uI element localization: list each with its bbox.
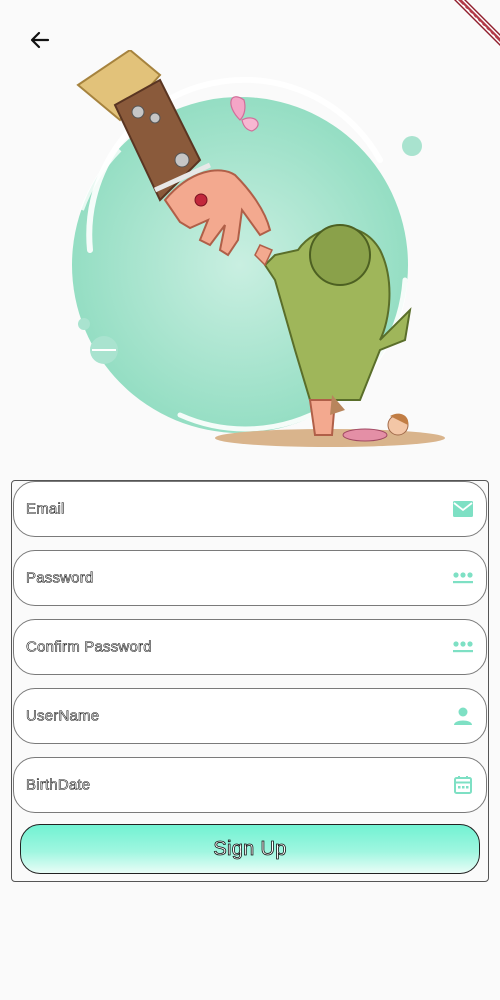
back-button[interactable] xyxy=(22,24,58,56)
birthdate-label: BirthDate xyxy=(26,776,91,794)
password-label: Password xyxy=(26,569,94,587)
username-field[interactable]: UserName xyxy=(13,688,487,744)
calendar-icon xyxy=(452,774,474,796)
signup-form: Email Password Confirm Password UserName… xyxy=(11,480,489,882)
email-field[interactable]: Email xyxy=(13,481,487,537)
password-field[interactable]: Password xyxy=(13,550,487,606)
birthdate-field[interactable]: BirthDate xyxy=(13,757,487,813)
password-dots-icon xyxy=(452,567,474,589)
email-icon xyxy=(452,498,474,520)
email-label: Email xyxy=(26,500,65,518)
confirm-password-field[interactable]: Confirm Password xyxy=(13,619,487,675)
hero-illustration xyxy=(72,50,445,447)
password-dots-icon xyxy=(452,636,474,658)
sign-up-button[interactable]: Sign Up xyxy=(20,824,480,874)
person-icon xyxy=(452,705,474,727)
sign-up-label: Sign Up xyxy=(213,837,287,860)
username-label: UserName xyxy=(26,707,100,725)
arrow-left-icon xyxy=(30,31,50,49)
confirm-password-label: Confirm Password xyxy=(26,638,152,656)
